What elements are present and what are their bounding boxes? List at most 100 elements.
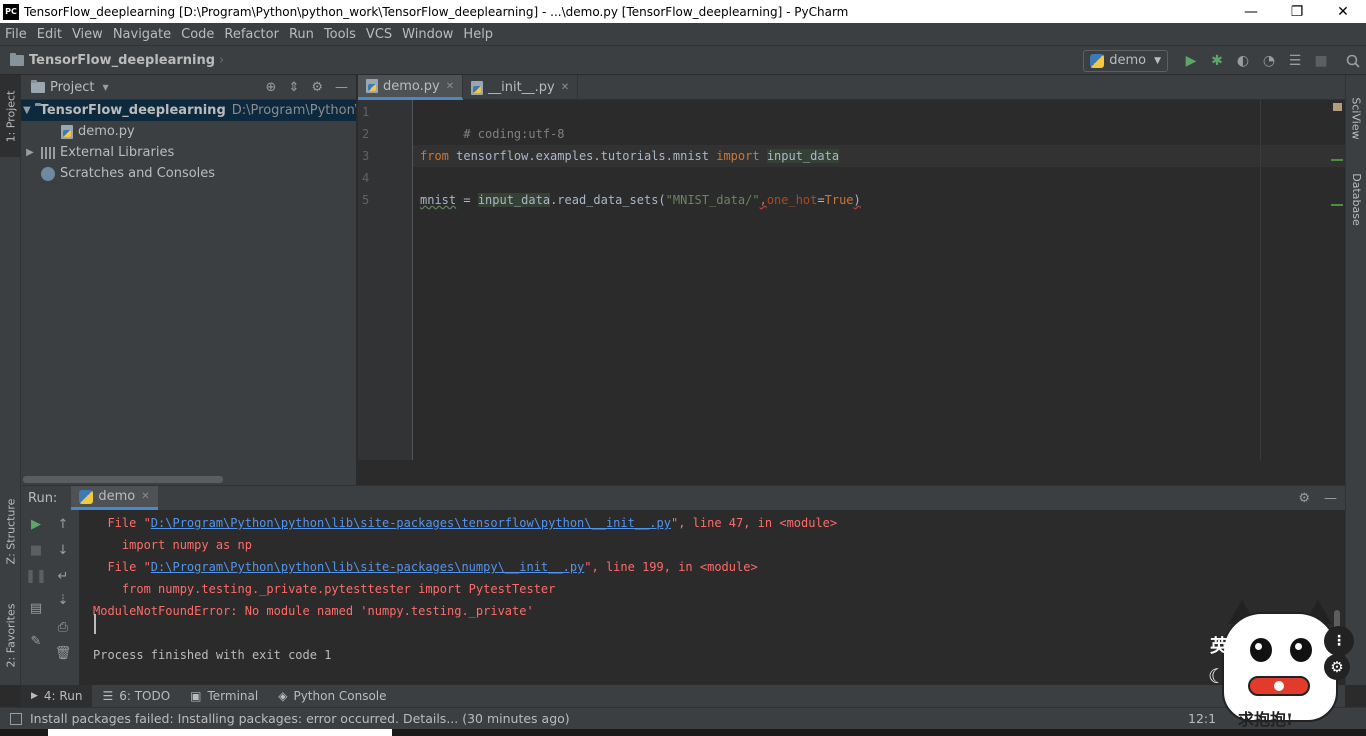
soft-wrap-button[interactable]: ↵: [53, 566, 73, 586]
close-icon[interactable]: ✕: [446, 81, 454, 92]
stop-button[interactable]: ■: [26, 540, 46, 560]
scroll-to-end-button[interactable]: ⇣: [53, 590, 73, 610]
moon-icon[interactable]: ☾: [1208, 664, 1226, 688]
trash-icon: 🗑: [54, 645, 72, 661]
run-configuration-select[interactable]: demo ▼: [1083, 49, 1168, 72]
expand-arrow-icon[interactable]: ▼: [23, 105, 31, 116]
menu-help[interactable]: Help: [458, 27, 498, 42]
chevron-down-icon[interactable]: ▼: [102, 83, 108, 92]
stop-button[interactable]: ■: [1308, 46, 1334, 75]
warning-marker-icon[interactable]: [1333, 103, 1342, 111]
debug-button[interactable]: ✱: [1204, 46, 1230, 75]
bug-icon: ✱: [1211, 52, 1223, 69]
menu-file[interactable]: File: [0, 27, 32, 42]
right-margin-guide: [1260, 100, 1261, 460]
close-icon[interactable]: ✕: [561, 82, 569, 93]
code-text: =: [817, 193, 825, 207]
clear-all-button[interactable]: 🗑: [53, 643, 73, 663]
change-marker[interactable]: [1331, 204, 1343, 206]
floating-assistant-sticker[interactable]: 求抱抱! 英 ☾ ⋮ ⚙: [1206, 590, 1366, 736]
scroll-up-button[interactable]: ↑: [53, 514, 73, 534]
tree-file-demo[interactable]: demo.py: [21, 121, 356, 142]
hide-icon[interactable]: —: [335, 80, 348, 95]
print-button[interactable]: ⎙: [53, 617, 73, 637]
minimize-button[interactable]: —: [1228, 0, 1274, 23]
breadcrumb-project[interactable]: TensorFlow_deeplearning: [29, 53, 215, 68]
collapse-all-icon[interactable]: ⇕: [288, 80, 299, 95]
hide-icon[interactable]: —: [1324, 491, 1337, 506]
tab-todo[interactable]: ☰ 6: TODO: [92, 685, 180, 707]
tree-external-libraries[interactable]: ▶ External Libraries: [21, 142, 356, 163]
menu-code[interactable]: Code: [176, 27, 219, 42]
console-output[interactable]: File "D:\Program\Python\python\lib\site-…: [93, 510, 1345, 686]
breadcrumb[interactable]: TensorFlow_deeplearning ›: [0, 52, 224, 68]
code-area[interactable]: # coding:utf-8 from tensorflow.examples.…: [413, 100, 1345, 460]
tab-python-console[interactable]: ◈ Python Console: [268, 685, 396, 707]
tab-label: demo.py: [383, 78, 440, 94]
layout-button[interactable]: ▤: [26, 598, 46, 618]
close-window-button[interactable]: ✕: [1320, 0, 1366, 23]
console-file-link[interactable]: D:\Program\Python\python\lib\site-packag…: [151, 560, 584, 574]
code-text: tensorflow.examples.tutorials.mnist: [448, 149, 717, 163]
search-everywhere-button[interactable]: [1340, 46, 1366, 75]
search-icon: [1346, 54, 1360, 68]
tab-terminal[interactable]: ▣ Terminal: [180, 685, 268, 707]
run-tab-demo[interactable]: demo ✕: [71, 486, 158, 510]
code-identifier: mnist: [420, 193, 457, 207]
project-view-title[interactable]: Project: [50, 80, 94, 95]
console-text: File ": [93, 560, 151, 574]
pause-button[interactable]: ❚❚: [25, 566, 47, 586]
coverage-button[interactable]: ◐: [1230, 46, 1256, 75]
tab-run[interactable]: ▶ 4: Run: [21, 685, 93, 707]
close-icon[interactable]: ✕: [141, 491, 149, 502]
profile-button[interactable]: ◔: [1256, 46, 1282, 75]
status-message[interactable]: Install packages failed: Installing pack…: [30, 711, 570, 726]
python-file-icon: [61, 124, 73, 139]
line-number: 3: [362, 149, 370, 163]
code-text: .read_data_sets(: [550, 193, 666, 207]
line-number-gutter: 1 2 3 4 5: [358, 100, 413, 460]
menu-navigate[interactable]: Navigate: [108, 27, 176, 42]
toggle-tool-windows-icon[interactable]: [10, 712, 22, 725]
layout-icon: ▤: [29, 600, 43, 616]
change-marker[interactable]: [1331, 159, 1343, 161]
locate-icon[interactable]: ⊕: [266, 80, 277, 95]
tab-sciview[interactable]: SciView: [1346, 83, 1366, 153]
gear-icon[interactable]: ⚙: [1298, 491, 1310, 506]
expand-arrow-icon[interactable]: ▶: [23, 147, 37, 158]
tab-database[interactable]: Database: [1346, 161, 1366, 237]
menu-refactor[interactable]: Refactor: [219, 27, 284, 42]
tab-favorites[interactable]: 2: Favorites: [0, 590, 21, 680]
tree-root-project[interactable]: ▼ TensorFlow_deeplearning D:\Program\Pyt…: [21, 100, 356, 121]
menu-edit[interactable]: Edit: [32, 27, 67, 42]
run-button[interactable]: ▶: [1178, 46, 1204, 75]
tab-project[interactable]: 1: Project: [0, 75, 21, 157]
menu-vcs[interactable]: VCS: [361, 27, 397, 42]
tree-file-label: demo.py: [78, 124, 135, 139]
cat-eye: [1250, 638, 1272, 662]
more-options-icon[interactable]: ⋮: [1324, 626, 1354, 656]
menu-tools[interactable]: Tools: [319, 27, 361, 42]
run-tool-window: Run: demo ✕ ⚙ — ▶ ↑ ■ ↓ ❚❚ ↵ ⇣ ▤ ⎙ ✎ 🗑 F…: [21, 485, 1345, 686]
gear-icon[interactable]: ⚙: [1324, 654, 1350, 680]
console-file-link[interactable]: D:\Program\Python\python\lib\site-packag…: [151, 516, 671, 530]
tab-demo-py[interactable]: demo.py ✕: [358, 75, 464, 100]
pin-button[interactable]: ✎: [26, 631, 46, 651]
taskbar-search[interactable]: [48, 729, 392, 736]
scroll-down-button[interactable]: ↓: [53, 540, 73, 560]
gear-icon[interactable]: ⚙: [311, 80, 323, 95]
tab-label: __init__.py: [488, 80, 555, 95]
tree-scratches[interactable]: Scratches and Consoles: [21, 163, 356, 184]
tab-run-label: 4: Run: [43, 689, 83, 703]
menu-view[interactable]: View: [67, 27, 108, 42]
concurrency-button[interactable]: ☰: [1282, 46, 1308, 75]
menu-window[interactable]: Window: [397, 27, 458, 42]
tab-structure[interactable]: Z: Structure: [0, 490, 21, 572]
input-method-indicator[interactable]: 英: [1210, 632, 1228, 658]
tab-init-py[interactable]: __init__.py ✕: [463, 75, 579, 100]
stop-icon: ■: [1314, 52, 1328, 69]
menu-run[interactable]: Run: [284, 27, 319, 42]
rerun-button[interactable]: ▶: [26, 514, 46, 534]
horizontal-scrollbar[interactable]: [23, 476, 223, 483]
restore-button[interactable]: ❐: [1274, 0, 1320, 23]
